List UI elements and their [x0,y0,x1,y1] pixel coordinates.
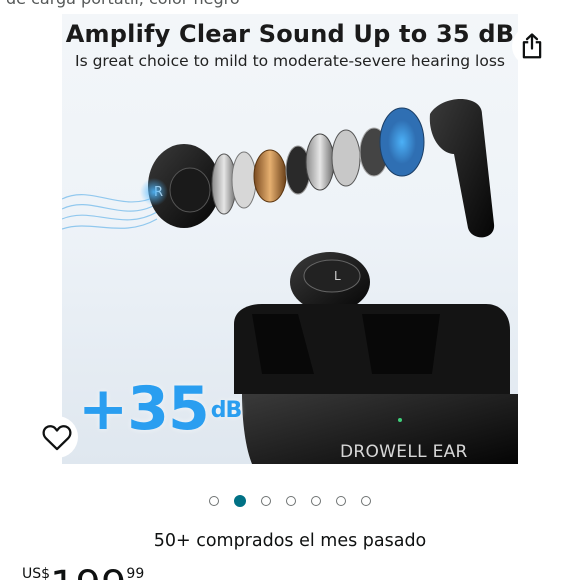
carousel-dot[interactable] [261,496,271,506]
image-headline: Amplify Clear Sound Up to 35 dB [65,20,515,48]
price: US$19999 [22,566,144,580]
carousel-dot[interactable] [209,496,219,506]
carousel-dot[interactable] [311,496,321,506]
share-icon [522,33,542,59]
heart-outline-icon [42,425,72,451]
price-fraction: 99 [126,566,145,580]
earbud-left-mark: L [334,269,341,283]
carousel-dot[interactable] [286,496,296,506]
carousel-dot[interactable] [361,496,371,506]
share-button[interactable] [512,26,552,66]
image-subheadline: Is great choice to mild to moderate-seve… [75,52,505,70]
gain-label: +35dB [78,379,243,439]
image-carousel-indicators [0,495,580,507]
carousel-dot-active[interactable] [234,495,246,507]
gain-unit: dB [210,398,243,423]
product-image[interactable]: R L [62,14,518,464]
favorite-button[interactable] [36,416,78,458]
carousel-dot[interactable] [336,496,346,506]
price-currency: US$ [22,566,51,580]
gain-value: +35 [78,374,210,444]
price-whole: 199 [50,566,126,580]
product-title-cutoff: de carga portátil, color negro [0,0,580,11]
case-brand-label: DROWELL EAR [340,442,468,462]
purchase-count: 50+ comprados el mes pasado [153,531,427,551]
